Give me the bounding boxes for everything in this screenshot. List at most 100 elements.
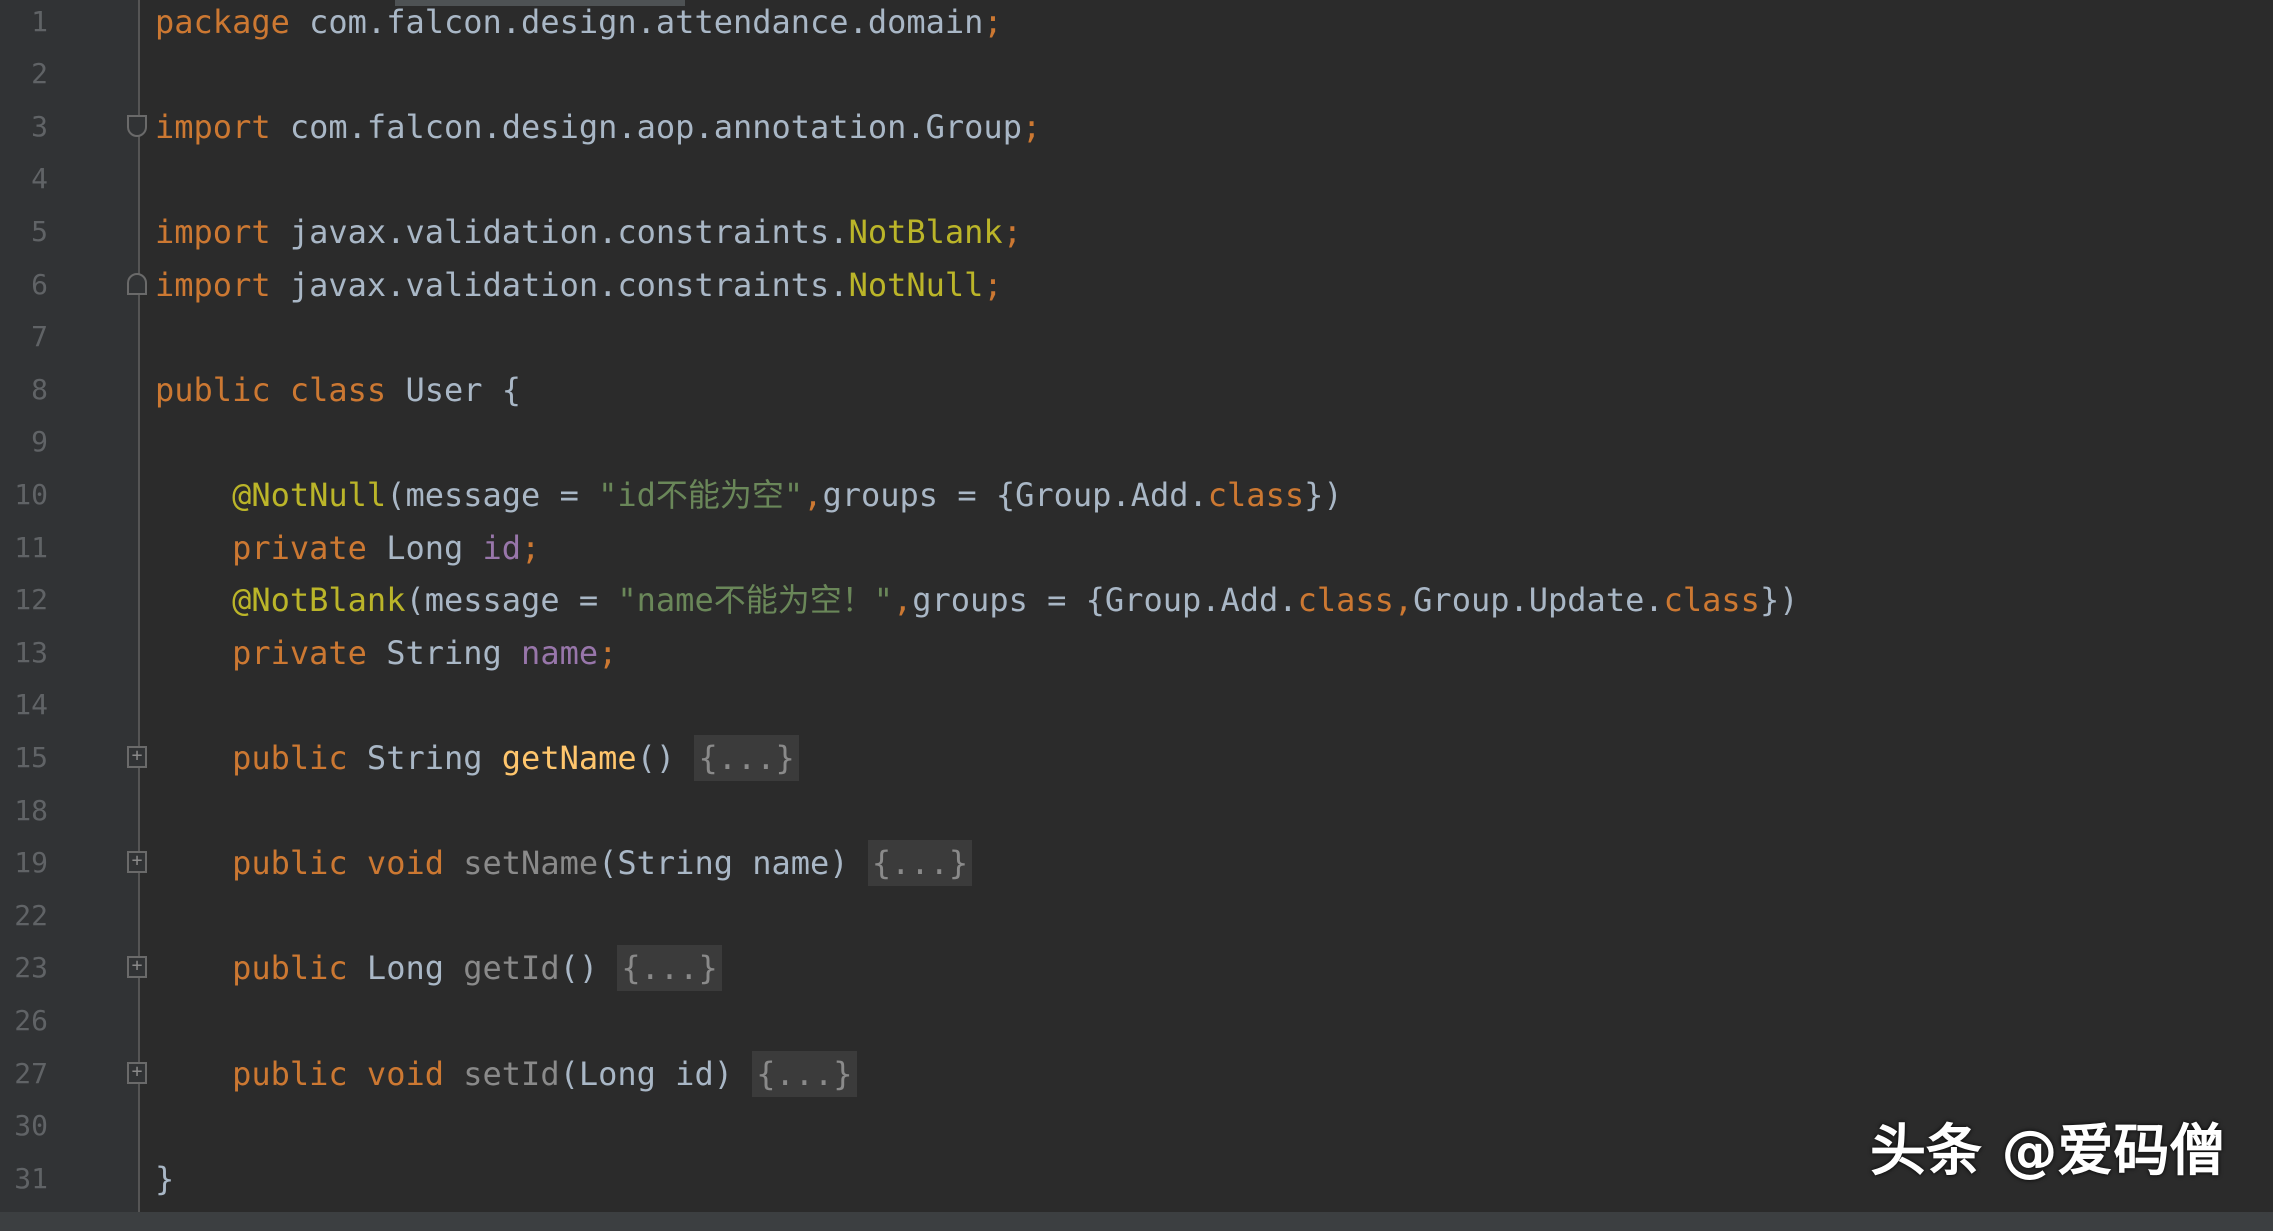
line-number: 12 [0,574,48,626]
code-text[interactable]: private String name; [155,627,617,679]
code-line[interactable]: 23 + public Long getId() {...} [0,942,2273,994]
folded-code-block[interactable]: {...} [617,945,721,991]
line-number: 3 [0,101,48,153]
code-token: String [348,739,502,777]
line-number: 1 [0,0,48,48]
code-token [155,581,232,619]
code-text[interactable]: public Long getId() {...} [155,942,722,994]
code-token: id [483,529,522,567]
line-number: 10 [0,469,48,521]
code-editor[interactable]: 1 package com.falcon.design.attendance.d… [0,0,2273,1231]
code-token: public [155,371,271,409]
code-text[interactable]: @NotBlank(message = "name不能为空！",groups =… [155,574,1798,626]
code-token: (message = [405,581,617,619]
line-number: 26 [0,995,48,1047]
code-token: javax.validation.constraints. [271,266,849,304]
code-line[interactable]: 19 + public void setName(String name) {.… [0,837,2273,889]
code-token: "name不能为空！" [617,581,893,619]
code-text[interactable]: public void setName(String name) {...} [155,837,972,889]
code-line[interactable]: 15 + public String getName() {...} [0,732,2273,784]
code-text[interactable]: } [155,1153,174,1205]
code-token: ; [521,529,540,567]
code-line[interactable]: 26 [0,995,2273,1047]
fold-expand-icon[interactable]: + [127,1062,147,1084]
code-text[interactable]: public void setId(Long id) {...} [155,1048,857,1100]
code-token: com.falcon.design.aop.annotation.Group [271,108,1022,146]
code-line[interactable]: 4 [0,153,2273,205]
line-number: 15 [0,732,48,784]
code-text[interactable]: import javax.validation.constraints.NotB… [155,206,1022,258]
code-line[interactable]: 11 private Long id; [0,522,2273,574]
line-number: 11 [0,522,48,574]
code-line[interactable]: 2 [0,48,2273,100]
code-token: Long [367,529,483,567]
line-number: 31 [0,1153,48,1205]
code-text[interactable]: private Long id; [155,522,540,574]
code-token: import [155,213,271,251]
code-line[interactable]: 5 import javax.validation.constraints.No… [0,206,2273,258]
code-line[interactable]: 13 private String name; [0,627,2273,679]
code-line[interactable]: 10 @NotNull(message = "id不能为空",groups = … [0,469,2273,521]
line-number: 8 [0,364,48,416]
line-number: 4 [0,153,48,205]
code-line[interactable]: 6 import javax.validation.constraints.No… [0,259,2273,311]
fold-expand-icon[interactable]: + [127,746,147,768]
fold-expand-icon[interactable]: + [127,956,147,978]
code-token [348,1055,367,1093]
code-text[interactable]: import javax.validation.constraints.NotN… [155,259,1003,311]
line-number: 14 [0,679,48,731]
code-line[interactable]: 3 import com.falcon.design.aop.annotatio… [0,101,2273,153]
code-token: class [1208,476,1304,514]
code-token: , [1394,581,1413,619]
fold-expand-icon[interactable]: + [127,851,147,873]
folded-code-block[interactable]: {...} [868,840,972,886]
code-text[interactable]: public class User { [155,364,521,416]
line-number: 2 [0,48,48,100]
code-token: (String name) [598,844,868,882]
watermark: 头条 @爱码僧 [1870,1118,2226,1186]
code-text[interactable]: @NotNull(message = "id不能为空",groups = {Gr… [155,469,1343,521]
code-token [155,634,232,672]
code-line[interactable]: 1 package com.falcon.design.attendance.d… [0,0,2273,48]
code-token: name [521,634,598,672]
code-token: public [232,949,348,987]
code-token [155,1055,232,1093]
code-token: package [155,3,290,41]
code-line[interactable]: 18 [0,785,2273,837]
code-line[interactable]: 22 [0,890,2273,942]
code-line[interactable]: 7 [0,311,2273,363]
line-number: 19 [0,837,48,889]
code-line[interactable]: 27 + public void setId(Long id) {...} [0,1048,2273,1100]
code-token: , [893,581,912,619]
code-token: javax.validation.constraints. [271,213,849,251]
code-token: setName [463,844,598,882]
code-token [155,529,232,567]
code-text[interactable]: public String getName() {...} [155,732,799,784]
code-token: } [155,1160,174,1198]
code-token: () [637,739,695,777]
code-token: private [232,529,367,567]
code-line[interactable]: 14 [0,679,2273,731]
code-text[interactable]: package com.falcon.design.attendance.dom… [155,0,1003,48]
fold-end-icon[interactable] [127,273,147,295]
code-line[interactable]: 9 [0,416,2273,468]
code-token: NotBlank [849,213,1003,251]
code-token: class [1298,581,1394,619]
code-token [155,476,232,514]
folded-code-block[interactable]: {...} [752,1051,856,1097]
line-number: 13 [0,627,48,679]
code-token: setId [463,1055,559,1093]
fold-collapse-icon[interactable] [127,115,147,137]
bottom-status-strip [0,1212,2273,1231]
code-token: (Long id) [560,1055,753,1093]
line-number: 22 [0,890,48,942]
code-token: ; [983,266,1002,304]
folded-code-block[interactable]: {...} [694,735,798,781]
code-token [155,949,232,987]
code-line[interactable]: 8 public class User { [0,364,2273,416]
code-token: class [290,371,386,409]
line-number: 18 [0,785,48,837]
code-line[interactable]: 12 @NotBlank(message = "name不能为空！",group… [0,574,2273,626]
line-number: 9 [0,416,48,468]
code-text[interactable]: import com.falcon.design.aop.annotation.… [155,101,1041,153]
